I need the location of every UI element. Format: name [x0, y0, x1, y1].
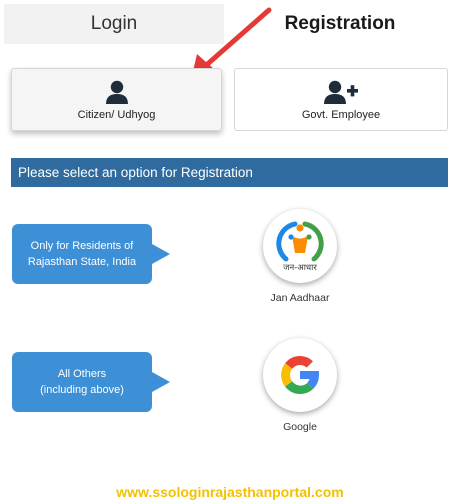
citizen-udhyog-label: Citizen/ Udhyog: [77, 109, 156, 121]
residents-bubble-line1: Only for Residents of: [30, 240, 134, 252]
google-button[interactable]: [263, 338, 337, 412]
residents-info-bubble: Only for Residents of Rajasthan State, I…: [12, 224, 170, 284]
jan-aadhaar-label: Jan Aadhaar: [270, 292, 330, 304]
others-bubble-line2: (including above): [40, 384, 124, 396]
residents-bubble-line2: Rajasthan State, India: [27, 256, 137, 268]
google-logo-icon: [281, 356, 320, 395]
jan-aadhaar-logo-icon: जन-आधार: [276, 221, 324, 273]
govt-employee-button[interactable]: Govt. Employee: [234, 68, 448, 131]
jan-aadhaar-button[interactable]: जन-आधार: [263, 209, 337, 283]
others-bubble-line1: All Others: [57, 368, 107, 380]
tab-registration[interactable]: Registration: [250, 4, 430, 44]
user-icon: [105, 80, 128, 104]
citizen-udhyog-button[interactable]: Citizen/ Udhyog: [11, 68, 222, 131]
jan-aadhaar-logo-text: जन-आधार: [283, 263, 317, 273]
google-label: Google: [283, 421, 317, 433]
others-info-bubble: All Others (including above): [12, 352, 170, 412]
registration-options-banner: Please select an option for Registration: [11, 158, 448, 187]
govt-employee-label: Govt. Employee: [301, 109, 381, 121]
website-watermark: www.ssologinrajasthanportal.com: [116, 484, 344, 500]
user-plus-icon: [324, 80, 358, 104]
